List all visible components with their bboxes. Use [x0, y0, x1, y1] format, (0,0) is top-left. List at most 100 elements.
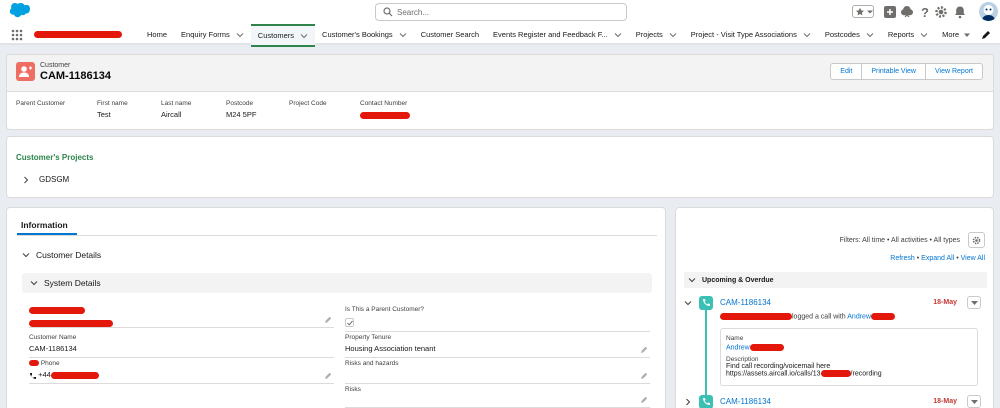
- chevron-right-icon[interactable]: [22, 176, 30, 184]
- gear-icon[interactable]: [934, 5, 948, 19]
- trailhead-icon[interactable]: [900, 5, 914, 19]
- detail-label: Description: [726, 356, 759, 364]
- field-value: M24 5PF: [226, 110, 257, 119]
- edit-pencil-icon[interactable]: [640, 396, 648, 404]
- field-value-redacted: [29, 319, 334, 328]
- call-log-icon: [699, 395, 713, 408]
- tab-customer-search[interactable]: Customer Search: [414, 24, 486, 45]
- edit-pencil-icon[interactable]: [324, 372, 332, 380]
- edit-pencil-icon[interactable]: [324, 316, 332, 324]
- record-title: CAM-1186134: [40, 70, 111, 82]
- field-phone: Phone +44: [29, 360, 334, 384]
- salesforce-logo-icon[interactable]: [8, 2, 30, 18]
- chevron-down-icon: [22, 253, 30, 258]
- field-value: Housing Association tenant: [345, 344, 436, 353]
- edit-pencil-icon[interactable]: [640, 346, 648, 354]
- chevron-down-icon[interactable]: [684, 299, 692, 307]
- navigation-bar: Home Enquiry Forms Customers Customer's …: [0, 24, 1000, 47]
- chevron-right-icon[interactable]: [684, 398, 692, 406]
- activity-date: 18-May: [933, 398, 957, 405]
- contact-link[interactable]: Andrew: [847, 313, 871, 320]
- customer-details-section-toggle[interactable]: Customer Details: [22, 250, 101, 260]
- tab-label: More: [942, 30, 960, 39]
- caret-down-icon: [971, 301, 978, 305]
- field-property-tenure: Property Tenure Housing Association tena…: [345, 334, 650, 358]
- tab-customers[interactable]: Customers: [250, 24, 316, 47]
- chevron-down-icon[interactable]: [669, 31, 677, 39]
- activity-actions-dropdown[interactable]: [967, 395, 981, 408]
- chevron-down-icon[interactable]: [866, 31, 874, 39]
- edit-button[interactable]: Edit: [830, 63, 863, 80]
- project-item[interactable]: GDSGM: [22, 175, 69, 184]
- header-field-postcode: Postcode M24 5PF: [226, 100, 256, 119]
- system-details-header[interactable]: System Details: [22, 273, 652, 293]
- field-value: Test: [97, 110, 111, 119]
- section-title: System Details: [44, 278, 101, 288]
- help-icon[interactable]: ?: [918, 5, 932, 19]
- activity-settings-button[interactable]: [968, 232, 985, 248]
- field-label: Customer Name: [29, 334, 77, 341]
- tab-information[interactable]: Information: [21, 220, 68, 230]
- svg-text:?: ?: [921, 5, 929, 19]
- chevron-down-icon: [867, 10, 873, 14]
- add-icon[interactable]: [883, 5, 897, 19]
- global-search-input[interactable]: Search...: [375, 3, 627, 21]
- tab-label: Enquiry Forms: [181, 30, 230, 39]
- timeline-item-call: CAM-1186134 18-May: [684, 395, 987, 408]
- view-all-link[interactable]: View All: [961, 255, 985, 262]
- edit-pencil-icon[interactable]: [640, 372, 648, 380]
- tab-divider: [17, 235, 657, 236]
- chevron-down-icon[interactable]: [399, 31, 407, 39]
- tab-home[interactable]: Home: [140, 24, 174, 45]
- user-avatar[interactable]: [979, 2, 998, 21]
- tab-label: Project - Visit Type Associations: [690, 30, 797, 39]
- tab-projects[interactable]: Projects: [629, 24, 684, 45]
- chevron-down-icon[interactable]: [614, 31, 622, 39]
- chevron-down-icon[interactable]: [920, 31, 928, 39]
- tab-enquiry-forms[interactable]: Enquiry Forms: [174, 24, 251, 45]
- activity-title-link[interactable]: CAM-1186134: [720, 298, 771, 307]
- tab-project-visit-type[interactable]: Project - Visit Type Associations: [684, 24, 818, 45]
- record-type-label: Customer: [40, 62, 71, 69]
- checkmark-icon: [347, 320, 353, 326]
- name-link[interactable]: Andrew: [726, 344, 750, 351]
- edit-nav-pencil-icon[interactable]: [981, 30, 991, 40]
- expand-all-link[interactable]: Expand All: [921, 255, 954, 262]
- view-report-button[interactable]: View Report: [925, 63, 983, 80]
- chevron-down-icon: [30, 281, 38, 286]
- upcoming-overdue-toggle[interactable]: Upcoming & Overdue: [688, 276, 774, 284]
- tab-events-register[interactable]: Events Register and Feedback F...: [486, 24, 629, 45]
- tab-postcodes[interactable]: Postcodes: [818, 24, 881, 45]
- chevron-down-icon[interactable]: [300, 32, 308, 40]
- system-details-section-toggle[interactable]: System Details: [30, 278, 101, 288]
- chevron-down-icon[interactable]: [236, 31, 244, 39]
- chevron-down-icon[interactable]: [803, 31, 811, 39]
- tab-reports[interactable]: Reports: [881, 24, 935, 45]
- gear-icon: [972, 236, 981, 245]
- field-risks: Risks: [345, 386, 650, 408]
- tab-label: Customer Search: [420, 30, 480, 39]
- separator: •: [916, 255, 920, 262]
- refresh-link[interactable]: Refresh: [890, 255, 915, 262]
- favorites-button[interactable]: [852, 5, 874, 18]
- notification-bell-icon[interactable]: [953, 5, 967, 19]
- activity-title-link[interactable]: CAM-1186134: [720, 397, 771, 406]
- description-line: Find call recording/voicemail here: [726, 363, 831, 371]
- url-prefix: https://assets.aircall.io/calls/13: [726, 370, 821, 378]
- parent-customer-checkbox: [345, 318, 354, 327]
- field-redacted: [29, 306, 334, 328]
- activity-details-box: Name Andrew Description Find call record…: [720, 328, 978, 386]
- app-launcher-icon[interactable]: [11, 29, 23, 41]
- activity-actions-dropdown[interactable]: [967, 296, 981, 309]
- field-label: Project Code: [289, 100, 327, 107]
- field-label: Risks and hazards: [345, 360, 399, 367]
- upcoming-overdue-header[interactable]: Upcoming & Overdue: [684, 272, 987, 288]
- tab-customers-bookings[interactable]: Customer's Bookings: [315, 24, 414, 45]
- record-header: Customer CAM-1186134 Edit Printable View…: [6, 54, 994, 130]
- header-field-last-name: Last name Aircall: [161, 100, 191, 119]
- field-label-redacted: [29, 306, 334, 315]
- phone-call-icon[interactable]: [29, 372, 36, 379]
- printable-view-button[interactable]: Printable View: [862, 63, 926, 80]
- tab-more[interactable]: More: [935, 24, 978, 45]
- search-placeholder: Search...: [397, 8, 430, 17]
